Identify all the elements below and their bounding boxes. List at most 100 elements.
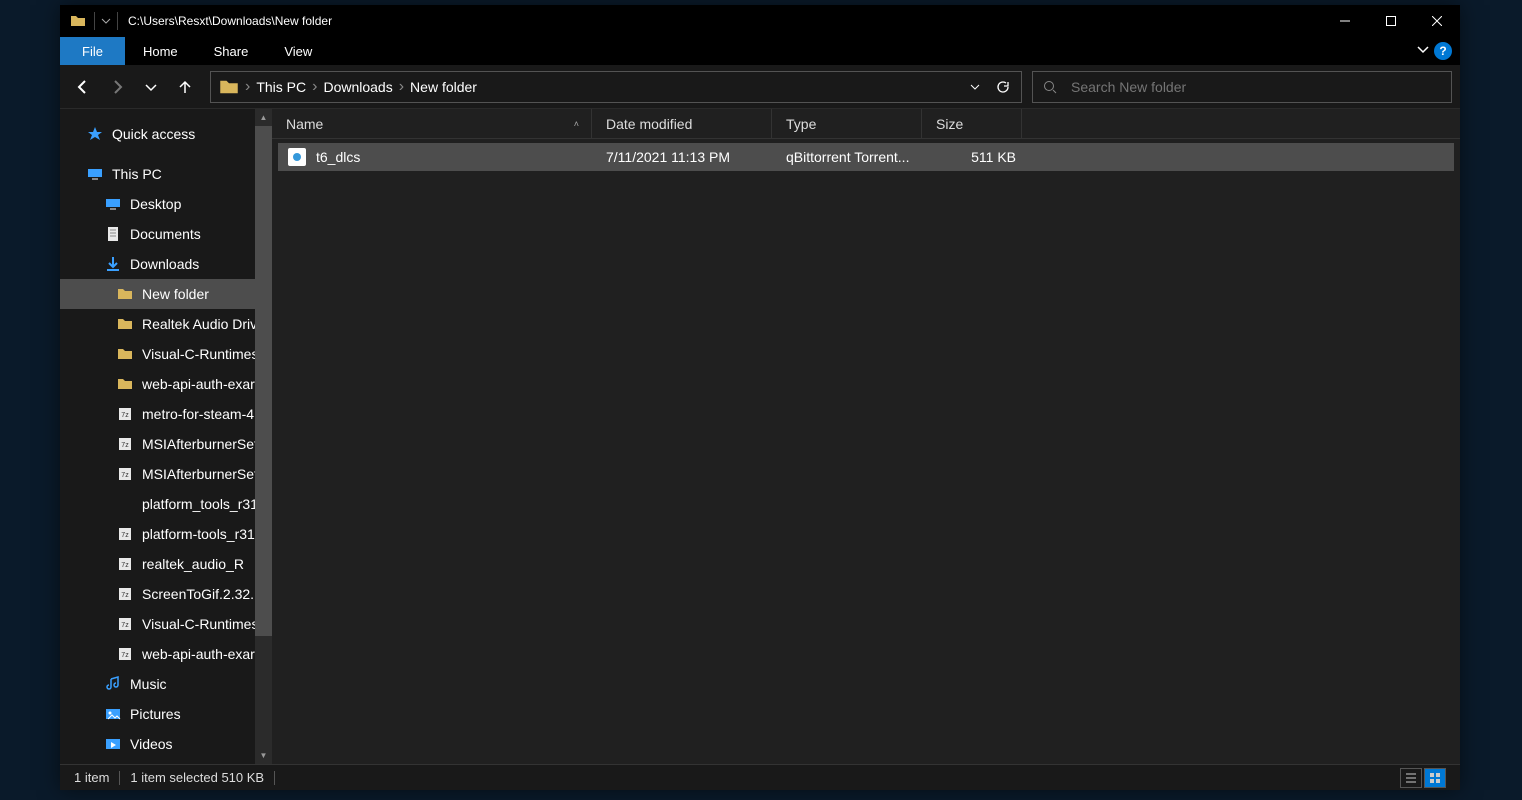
sidebar-label: This PC — [112, 166, 162, 182]
crumb-new-folder[interactable]: New folder — [406, 79, 481, 95]
refresh-button[interactable] — [989, 73, 1017, 101]
scroll-down-arrow[interactable]: ▼ — [255, 747, 272, 764]
sidebar-label: platform_tools_r31 — [142, 496, 258, 512]
sidebar-item[interactable]: web-api-auth-exar — [60, 369, 272, 399]
videos-icon — [104, 735, 122, 753]
expand-ribbon-button[interactable] — [1416, 42, 1430, 61]
sidebar-label: Pictures — [130, 706, 181, 722]
sidebar-item[interactable]: 7zrealtek_audio_R — [60, 549, 272, 579]
column-date[interactable]: Date modified — [592, 109, 772, 138]
file-size: 511 KB — [928, 149, 1028, 165]
archive-icon: 7z — [116, 525, 134, 543]
chevron-right-icon[interactable]: › — [397, 78, 406, 96]
recent-locations-button[interactable] — [136, 72, 166, 102]
sidebar-item[interactable]: Realtek Audio Driv — [60, 309, 272, 339]
svg-text:7z: 7z — [121, 412, 129, 419]
sidebar-label: Documents — [130, 226, 201, 242]
sidebar-label: ScreenToGif.2.32.1.I — [142, 586, 270, 602]
status-item-count: 1 item — [74, 770, 109, 785]
svg-text:7z: 7z — [121, 592, 129, 599]
sort-indicator-icon: ˄ — [574, 119, 579, 129]
sidebar-item[interactable]: 7zweb-api-auth-exar — [60, 639, 272, 669]
archive-icon: 7z — [116, 645, 134, 663]
title-bar[interactable]: C:\Users\Resxt\Downloads\New folder — [60, 5, 1460, 37]
blank-icon — [116, 495, 134, 513]
maximize-button[interactable] — [1368, 5, 1414, 37]
sidebar-item[interactable]: 7zplatform-tools_r31 — [60, 519, 272, 549]
sidebar-scrollbar[interactable]: ▲ ▼ — [255, 109, 272, 764]
torrent-file-icon — [288, 148, 306, 166]
crumb-this-pc[interactable]: This PC — [252, 79, 310, 95]
sidebar-label: Realtek Audio Driv — [142, 316, 257, 332]
sidebar-item[interactable]: New folder — [60, 279, 272, 309]
sidebar-label: MSIAfterburnerSetu — [142, 436, 266, 452]
sidebar-item[interactable]: Pictures — [60, 699, 272, 729]
folder-icon — [116, 315, 134, 333]
tab-view[interactable]: View — [266, 37, 330, 65]
tab-share[interactable]: Share — [196, 37, 267, 65]
file-list[interactable]: Name˄ Date modified Type Size t6_dlcs 7/… — [272, 109, 1460, 764]
sidebar-item[interactable]: Downloads — [60, 249, 272, 279]
sidebar-label: Visual-C-Runtimes- — [142, 616, 263, 632]
scroll-up-arrow[interactable]: ▲ — [255, 109, 272, 126]
archive-icon: 7z — [116, 405, 134, 423]
folder-icon — [116, 285, 134, 303]
documents-icon — [104, 225, 122, 243]
navigation-pane[interactable]: Quick access This PC Desktop Documents Dow… — [60, 109, 272, 764]
file-type: qBittorrent Torrent... — [778, 149, 928, 165]
search-input[interactable] — [1071, 79, 1441, 95]
sidebar-item[interactable]: 7z Visual-C-Runtimes- — [60, 609, 272, 639]
sidebar-item[interactable]: 7zMSIAfterburnerSetu — [60, 429, 272, 459]
file-tab[interactable]: File — [60, 37, 125, 65]
sidebar-item[interactable]: Music — [60, 669, 272, 699]
search-icon — [1043, 80, 1057, 94]
status-selection: 1 item selected 510 KB — [130, 770, 264, 785]
folder-icon — [116, 375, 134, 393]
window-title: C:\Users\Resxt\Downloads\New folder — [120, 14, 1322, 28]
sidebar-item[interactable]: Videos — [60, 729, 272, 759]
sidebar-item[interactable]: 7z ScreenToGif.2.32.1.I — [60, 579, 272, 609]
column-size[interactable]: Size — [922, 109, 1022, 138]
ribbon-tabs: File Home Share View ? — [60, 37, 1460, 65]
scroll-thumb[interactable] — [255, 126, 272, 636]
tab-home[interactable]: Home — [125, 37, 196, 65]
archive-icon: 7z — [116, 615, 134, 633]
sidebar-label: web-api-auth-exar — [142, 376, 255, 392]
archive-icon: 7z — [116, 555, 134, 573]
thumbnails-view-button[interactable] — [1424, 768, 1446, 788]
downloads-icon — [104, 255, 122, 273]
back-button[interactable] — [68, 72, 98, 102]
column-name[interactable]: Name˄ — [272, 109, 592, 138]
sidebar-item[interactable]: platform_tools_r31 — [60, 489, 272, 519]
sidebar-item-this-pc[interactable]: This PC — [60, 159, 272, 189]
sidebar-label: Quick access — [112, 126, 195, 142]
svg-text:7z: 7z — [121, 652, 129, 659]
file-row[interactable]: t6_dlcs 7/11/2021 11:13 PM qBittorrent T… — [278, 143, 1454, 171]
archive-icon: 7z — [116, 585, 134, 603]
search-box[interactable] — [1032, 71, 1452, 103]
address-bar[interactable]: › This PC › Downloads › New folder — [210, 71, 1022, 103]
pc-icon — [86, 165, 104, 183]
up-button[interactable] — [170, 72, 200, 102]
sidebar-item[interactable]: Visual-C-Runtimes- — [60, 339, 272, 369]
sidebar-item[interactable]: 7zMSIAfterburnerSetu — [60, 459, 272, 489]
address-dropdown-button[interactable] — [961, 73, 989, 101]
details-view-button[interactable] — [1400, 768, 1422, 788]
chevron-right-icon[interactable]: › — [243, 78, 252, 96]
explorer-window: C:\Users\Resxt\Downloads\New folder File… — [60, 5, 1460, 790]
crumb-downloads[interactable]: Downloads — [319, 79, 396, 95]
help-icon[interactable]: ? — [1434, 42, 1452, 60]
sidebar-item[interactable]: 7zmetro-for-steam-4 — [60, 399, 272, 429]
forward-button[interactable] — [102, 72, 132, 102]
quick-access-toolbar[interactable] — [97, 16, 115, 26]
sidebar-item[interactable]: Documents — [60, 219, 272, 249]
chevron-down-icon — [101, 16, 111, 26]
column-type[interactable]: Type — [772, 109, 922, 138]
close-button[interactable] — [1414, 5, 1460, 37]
separator — [117, 12, 118, 30]
star-icon — [86, 125, 104, 143]
chevron-right-icon[interactable]: › — [310, 78, 319, 96]
sidebar-item[interactable]: Desktop — [60, 189, 272, 219]
minimize-button[interactable] — [1322, 5, 1368, 37]
sidebar-item-quick-access[interactable]: Quick access — [60, 119, 272, 149]
